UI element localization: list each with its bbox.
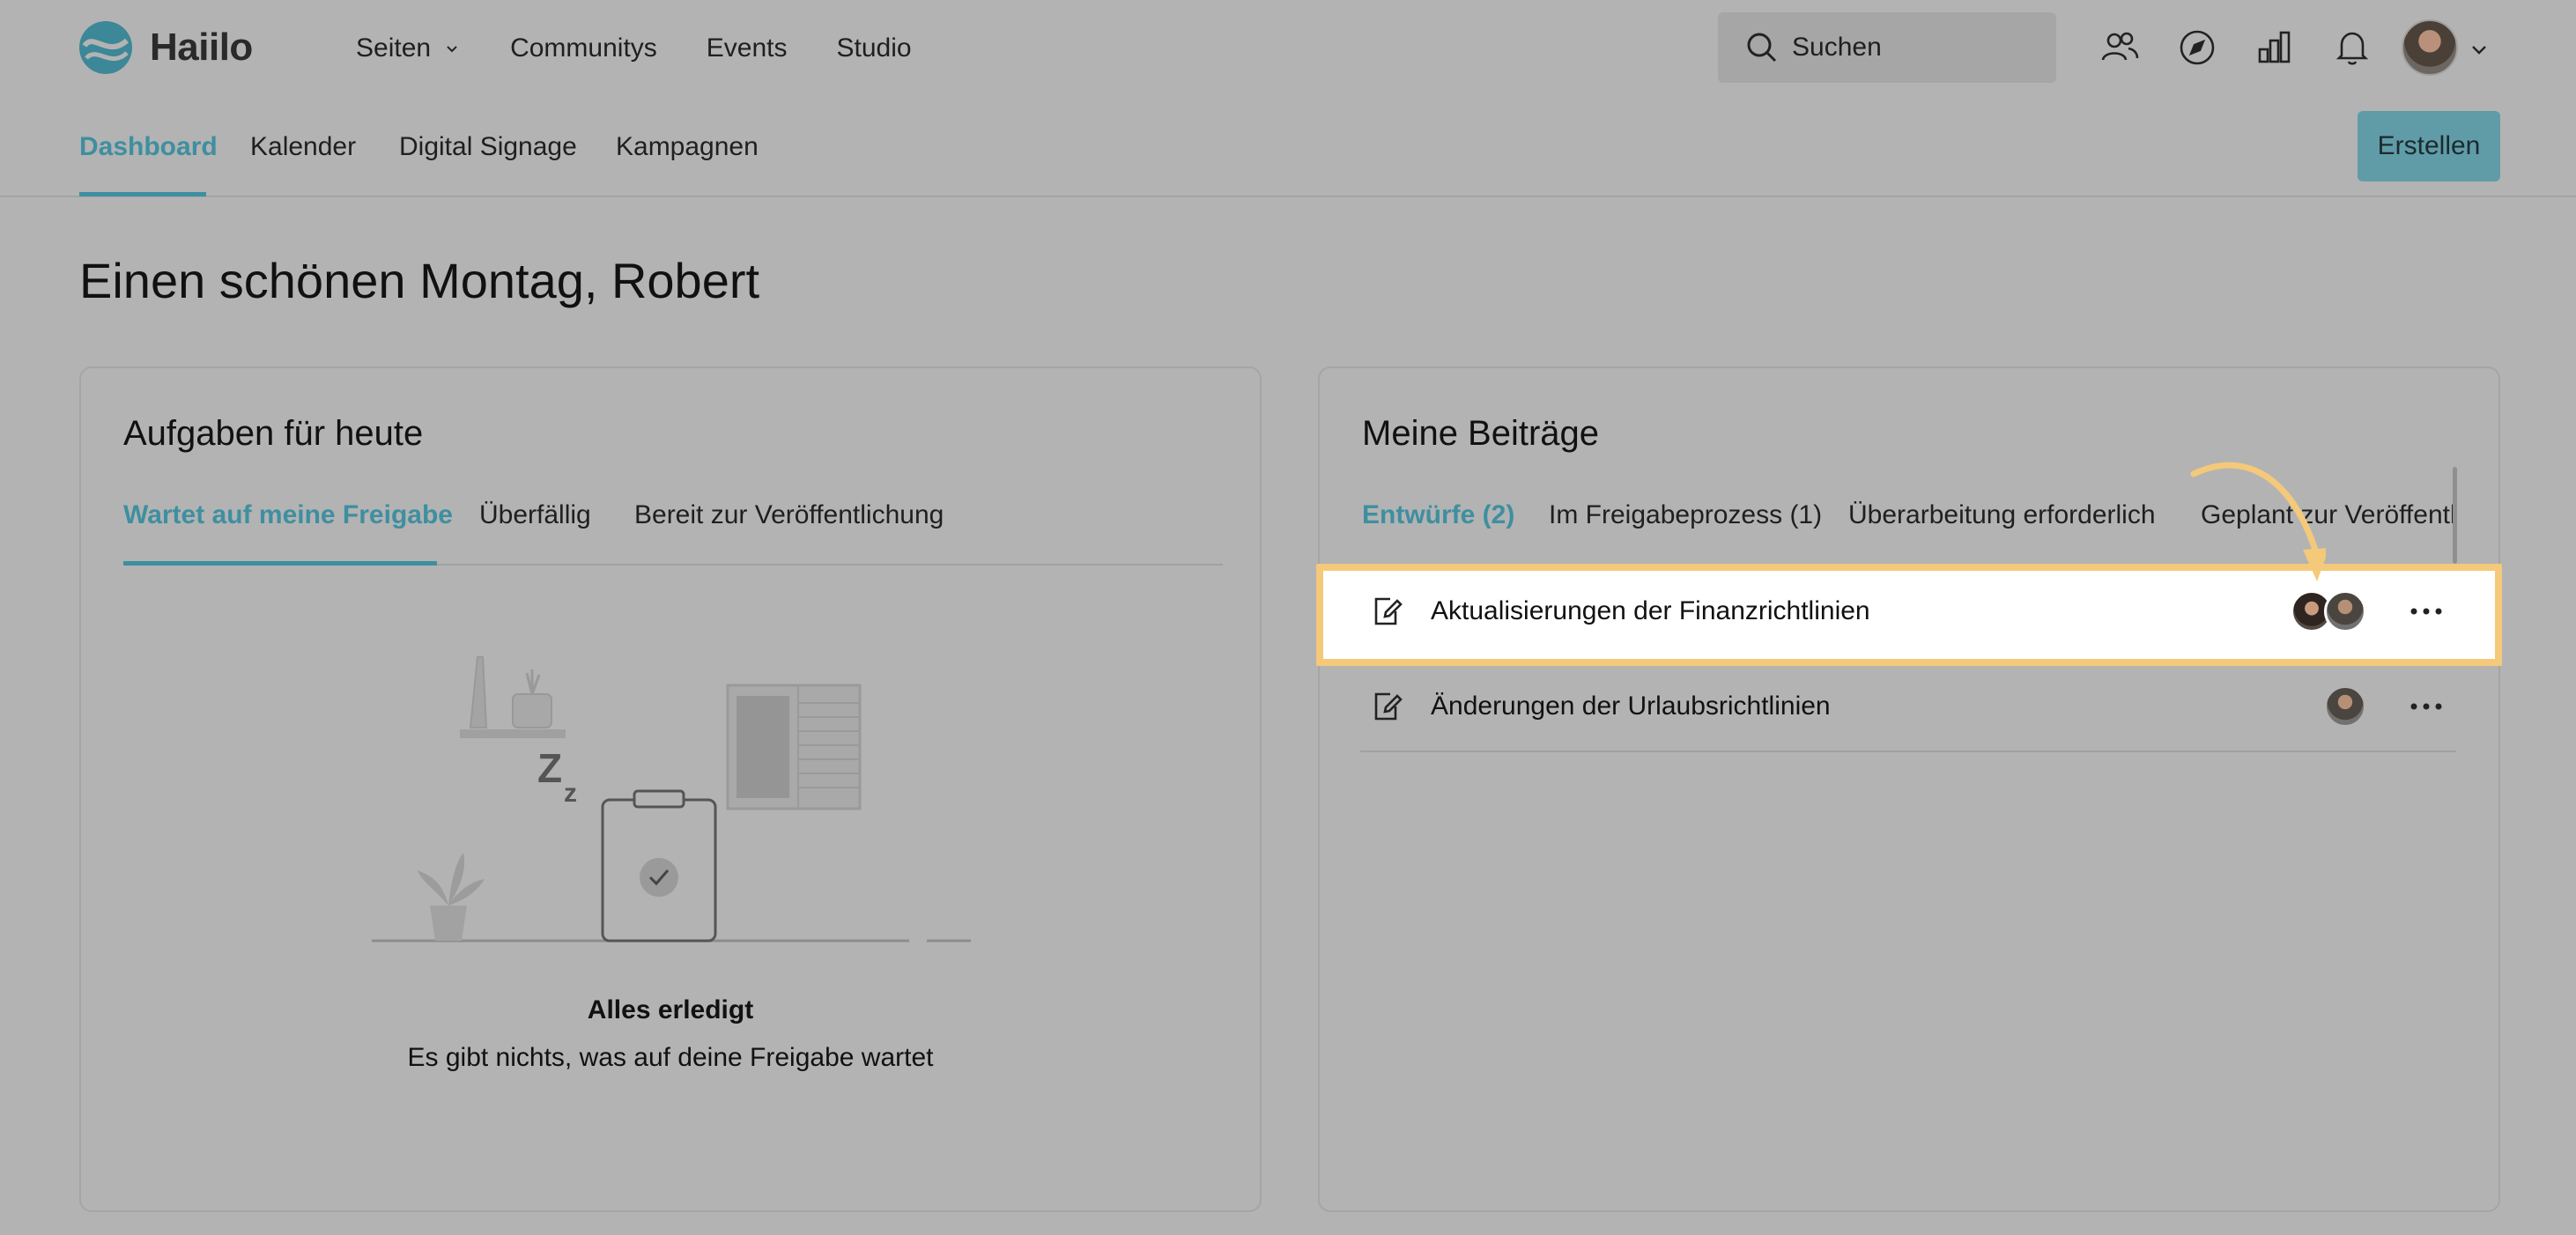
sub-nav: Dashboard Kalender Digital Signage Kampa… <box>0 97 2576 197</box>
compass-icon[interactable] <box>2176 26 2218 69</box>
page-title: Einen schönen Montag, Robert <box>79 253 760 308</box>
haiilo-logo-icon <box>79 21 132 74</box>
tab-ready-to-publish[interactable]: Bereit zur Veröffentlichung <box>634 500 944 530</box>
post-contributors <box>2291 590 2366 632</box>
search-input[interactable]: Suchen <box>1718 12 2056 83</box>
brand-name: Haiilo <box>150 26 253 69</box>
tasks-title: Aufgaben für heute <box>123 414 424 453</box>
top-bar: Haiilo Seiten Communitys Events Studio S… <box>0 0 2576 97</box>
search-placeholder: Suchen <box>1792 33 1882 62</box>
tab-kampagnen[interactable]: Kampagnen <box>616 132 759 162</box>
tab-waiting-for-approval[interactable]: Wartet auf meine Freigabe <box>123 500 453 530</box>
bar-chart-icon[interactable] <box>2254 26 2296 69</box>
chevron-down-icon <box>447 46 457 53</box>
nav-item-label: Communitys <box>510 33 657 63</box>
empty-state-text: Es gibt nichts, was auf deine Freigabe w… <box>407 1043 934 1072</box>
empty-state-title: Alles erledigt <box>587 995 754 1024</box>
brand-logo[interactable]: Haiilo <box>78 19 253 76</box>
chevron-down-icon[interactable] <box>2469 39 2490 60</box>
active-tab-indicator <box>123 561 437 566</box>
tab-kalender[interactable]: Kalender <box>250 132 356 162</box>
more-horizontal-icon <box>2410 703 2442 710</box>
post-row[interactable]: Änderungen der Urlaubsrichtlinien <box>1360 661 2456 752</box>
bell-icon[interactable] <box>2331 26 2373 69</box>
post-contributors <box>2324 685 2366 728</box>
tab-in-approval[interactable]: Im Freigabeprozess (1) <box>1549 500 1822 530</box>
svg-text:z: z <box>564 779 577 808</box>
main-nav: Seiten Communitys Events Studio <box>356 0 961 97</box>
posts-title: Meine Beiträge <box>1362 414 1600 453</box>
empty-state-illustration: Z z <box>372 656 971 943</box>
post-title[interactable]: Änderungen der Urlaubsrichtlinien <box>1431 691 2333 721</box>
search-icon <box>1747 33 1777 63</box>
more-options-button[interactable] <box>2402 689 2451 724</box>
tab-digital-signage[interactable]: Digital Signage <box>399 132 577 162</box>
tabs-scrollbar[interactable] <box>2453 467 2457 564</box>
draft-edit-icon <box>1374 692 1403 721</box>
nav-item-events[interactable]: Events <box>707 33 788 63</box>
nav-item-label: Events <box>706 33 788 63</box>
create-button[interactable]: Erstellen <box>2358 111 2500 181</box>
svg-text:Z: Z <box>537 745 562 791</box>
post-title[interactable]: Aktualisierungen der Finanzrichtlinien <box>1431 596 2299 626</box>
tab-revision-required[interactable]: Überarbeitung erforderlich <box>1848 500 2156 530</box>
pointer-arrow-icon <box>2190 462 2326 581</box>
nav-item-label: Studio <box>836 33 912 63</box>
active-tab-indicator <box>79 192 206 196</box>
people-icon[interactable] <box>2099 26 2141 69</box>
tab-drafts[interactable]: Entwürfe (2) <box>1362 500 1514 530</box>
avatar <box>2324 590 2366 632</box>
row-divider <box>1360 751 2456 752</box>
nav-item-seiten[interactable]: Seiten <box>356 33 461 63</box>
nav-item-communitys[interactable]: Communitys <box>510 33 657 63</box>
tab-dashboard[interactable]: Dashboard <box>79 132 218 162</box>
more-horizontal-icon <box>2410 608 2442 615</box>
tab-overdue[interactable]: Überfällig <box>479 500 591 530</box>
draft-edit-icon <box>1374 597 1403 625</box>
nav-item-label: Seiten <box>356 33 432 63</box>
avatar <box>2324 685 2366 728</box>
nav-item-studio[interactable]: Studio <box>837 33 912 63</box>
user-avatar[interactable] <box>2402 19 2458 76</box>
more-options-button[interactable] <box>2402 594 2451 629</box>
tasks-card: Aufgaben für heute Wartet auf meine Frei… <box>79 366 1262 1212</box>
